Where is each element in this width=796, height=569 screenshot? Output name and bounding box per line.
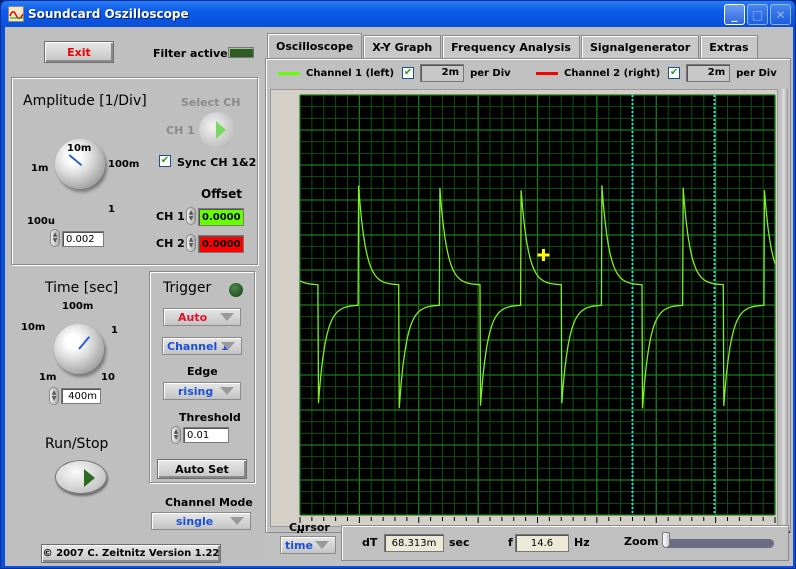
select-ch-label: CH 1	[166, 124, 195, 137]
window-title: Soundcard Oszilloscope	[28, 7, 189, 21]
run-stop-button[interactable]	[55, 460, 107, 494]
amp-tick-1: 1	[108, 204, 115, 215]
app-icon	[8, 6, 24, 22]
f-value: 14.6	[515, 534, 569, 552]
channel-mode-label: Channel Mode	[165, 496, 253, 509]
cursor-mode-value: time	[285, 538, 313, 552]
time-tick-10m: 10m	[21, 322, 46, 333]
offset-ch1-label: CH 1	[156, 210, 185, 223]
chevron-down-icon	[230, 517, 244, 525]
trigger-mode-dropdown[interactable]: Auto	[163, 308, 241, 326]
trigger-channel-value: Channel 1	[167, 339, 229, 353]
close-icon: ✕	[775, 7, 786, 22]
tab-bar: Oscilloscope X-Y Graph Frequency Analysi…	[267, 33, 759, 58]
amp-tick-1m: 1m	[31, 163, 49, 174]
zoom-label: Zoom	[624, 535, 659, 548]
cursor-mode-dropdown[interactable]: time	[280, 536, 336, 554]
time-spinner[interactable]: ▲ ▼	[49, 387, 59, 405]
threshold-label: Threshold	[179, 411, 241, 424]
tab-signalgenerator[interactable]: Signalgenerator	[580, 35, 700, 58]
chevron-down-icon	[221, 342, 235, 350]
time-title: Time [sec]	[45, 280, 119, 296]
amplitude-value-field[interactable]: 0.002	[62, 231, 104, 247]
zoom-slider-track[interactable]	[664, 539, 774, 548]
filter-led	[228, 47, 254, 58]
client-area: Exit Filter active Amplitude [1/Div] 100…	[5, 27, 793, 566]
trigger-edge-dropdown[interactable]: rising	[163, 382, 241, 400]
title-bar[interactable]: Soundcard Oszilloscope _ □ ✕	[1, 1, 795, 27]
time-tick-1: 1	[111, 325, 118, 336]
run-stop-label: Run/Stop	[45, 436, 109, 452]
grid	[299, 94, 776, 516]
trigger-led	[229, 283, 243, 297]
chevron-down-icon	[315, 541, 329, 549]
scope-display[interactable]: 050m100m150m200m250m300m350m400m Time [s…	[265, 58, 791, 533]
app-window: Soundcard Oszilloscope _ □ ✕ Exit Filter…	[0, 0, 796, 569]
amp-tick-100m: 100m	[108, 159, 140, 170]
cursor-readout-bar: dT 68.313m sec f 14.6 Hz Zoom	[341, 525, 789, 561]
amp-tick-10m: 10m	[67, 143, 92, 154]
dt-label: dT	[362, 536, 378, 549]
select-ch-button[interactable]	[199, 112, 235, 148]
tab-extras[interactable]: Extras	[700, 35, 758, 58]
threshold-spinner[interactable]: ▲ ▼	[171, 426, 181, 444]
threshold-field[interactable]: 0.01	[183, 427, 229, 443]
trigger-edge-value: rising	[178, 384, 214, 398]
minimize-button[interactable]: _	[724, 4, 745, 25]
offset-title: Offset	[201, 187, 242, 201]
offset-ch2-field[interactable]: 0.0000	[198, 235, 244, 253]
time-knob-indicator	[78, 336, 91, 350]
dt-value: 68.313m	[384, 534, 444, 552]
zoom-slider-handle[interactable]	[662, 532, 670, 548]
cursor-label: Cursor	[289, 521, 330, 534]
chevron-down-icon	[220, 387, 234, 395]
dt-unit: sec	[449, 536, 470, 549]
offset-ch1-spinner[interactable]: ▲ ▼	[186, 207, 196, 225]
control-panel: Exit Filter active Amplitude [1/Div] 100…	[5, 27, 263, 566]
chevron-down-icon	[220, 313, 234, 321]
f-label: f	[508, 536, 513, 549]
sync-checkbox[interactable]: ✔	[159, 155, 171, 167]
f-unit: Hz	[574, 536, 590, 549]
filter-active-label: Filter active	[153, 47, 228, 60]
sync-label: Sync CH 1&2	[177, 156, 257, 169]
offset-ch1-field[interactable]: 0.0000	[198, 208, 244, 226]
auto-set-button[interactable]: Auto Set	[157, 459, 247, 479]
trigger-mode-value: Auto	[178, 310, 208, 324]
tab-oscilloscope[interactable]: Oscilloscope	[267, 33, 363, 58]
time-value-field[interactable]: 400m	[61, 388, 101, 404]
tab-frequency-analysis[interactable]: Frequency Analysis	[442, 35, 580, 58]
close-button[interactable]: ✕	[770, 4, 791, 25]
amp-tick-100u: 100u	[27, 216, 55, 227]
play-icon	[216, 121, 226, 139]
channel-mode-value: single	[176, 514, 214, 528]
time-knob[interactable]	[54, 324, 104, 374]
offset-ch2-label: CH 2	[156, 237, 185, 250]
exit-button[interactable]: Exit	[44, 41, 114, 63]
trigger-channel-dropdown[interactable]: Channel 1	[162, 337, 242, 355]
play-icon	[84, 469, 95, 487]
offset-ch2-spinner[interactable]: ▲ ▼	[186, 234, 196, 252]
time-tick-1m: 1m	[39, 372, 57, 383]
amplitude-knob-indicator	[68, 154, 83, 167]
maximize-icon: □	[751, 7, 764, 22]
tab-xy-graph[interactable]: X-Y Graph	[363, 35, 442, 58]
amplitude-title: Amplitude [1/Div]	[23, 93, 147, 109]
select-ch-title: Select CH	[181, 96, 241, 109]
amplitude-spinner[interactable]: ▲ ▼	[50, 229, 60, 247]
time-tick-10: 10	[101, 372, 115, 383]
maximize-button[interactable]: □	[747, 4, 768, 25]
trigger-title: Trigger	[163, 280, 212, 296]
edge-label: Edge	[187, 365, 218, 378]
channel-mode-dropdown[interactable]: single	[151, 512, 251, 530]
copyright-label: © 2007 C. Zeitnitz Version 1.22	[41, 544, 221, 563]
time-tick-100m: 100m	[62, 301, 94, 312]
minimize-icon: _	[731, 7, 738, 22]
